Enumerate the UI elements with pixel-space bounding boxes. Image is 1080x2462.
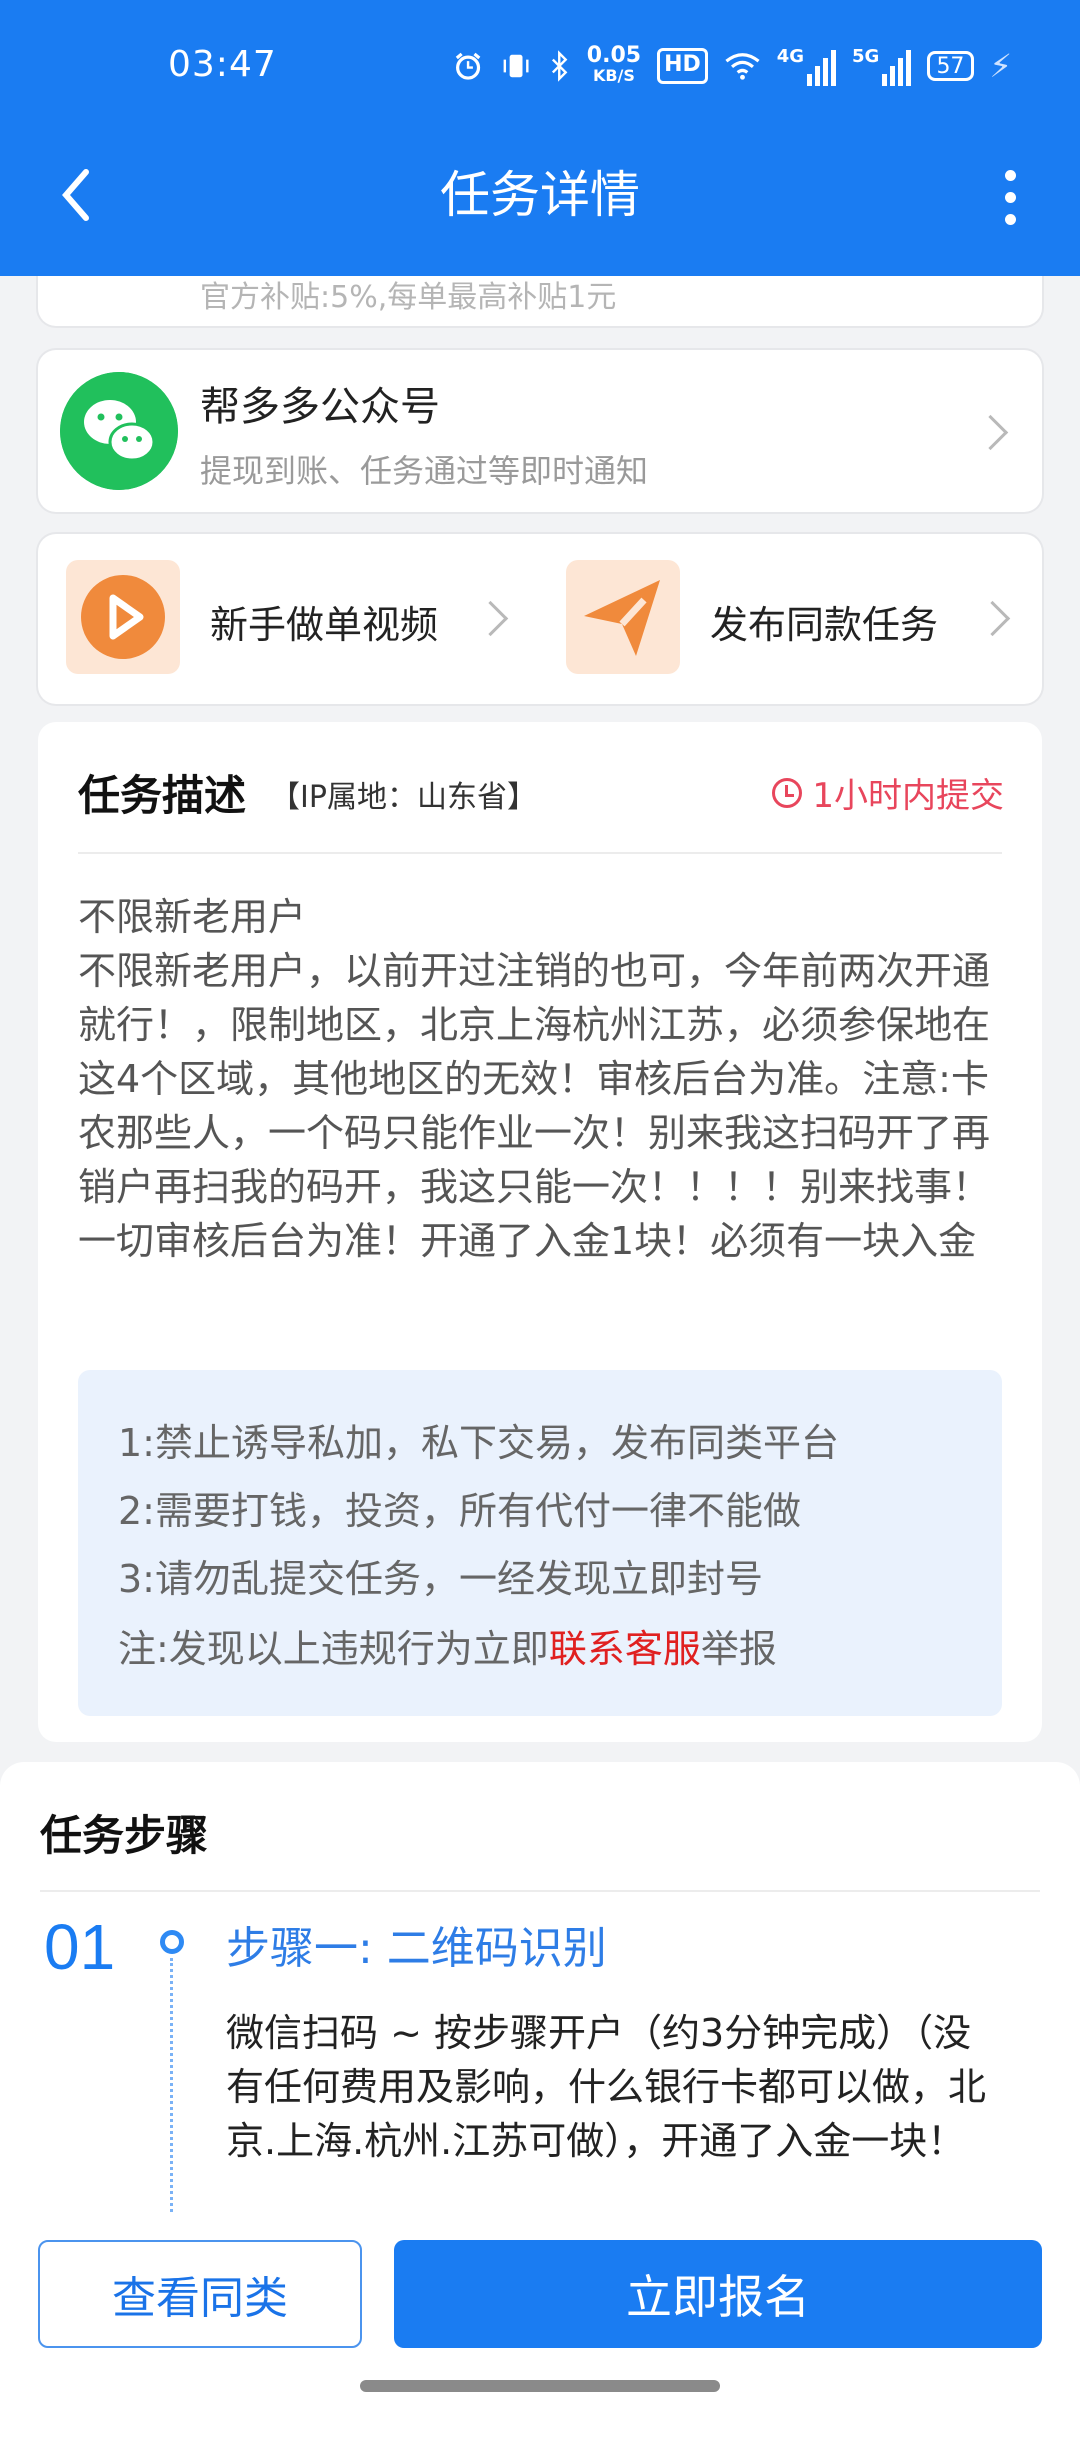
newbie-video-link[interactable]: 新手做单视频 <box>38 534 538 704</box>
publish-similar-label: 发布同款任务 <box>710 603 939 647</box>
net-speed-unit: KB/S <box>592 66 635 85</box>
wechat-icon <box>60 372 178 490</box>
deadline-badge: 1小时内提交 <box>772 768 1004 817</box>
alarm-icon <box>455 52 481 80</box>
publish-similar-link[interactable]: 发布同款任务 <box>538 534 1042 704</box>
report-note-suffix: 举报 <box>700 1627 777 1671</box>
charging-icon: ⚡ <box>989 47 1012 85</box>
step-body: 微信扫码 ~ 按步骤开户（约3分钟完成）（没有任何费用及影响，什么银行卡都可以做… <box>226 2011 987 2163</box>
wechat-account-card[interactable]: 帮多多公众号 提现到账、任务通过等即时通知 <box>38 350 1042 512</box>
more-menu-icon[interactable] <box>990 162 1030 232</box>
home-indicator[interactable] <box>360 2380 720 2392</box>
status-time: 03:47 <box>168 44 277 85</box>
chevron-right-icon <box>972 414 1009 451</box>
video-play-icon <box>66 560 180 674</box>
rule-item: 2:需要打钱，投资，所有代付一律不能做 <box>118 1489 801 1533</box>
signal-4g-icon: 4G <box>776 46 837 86</box>
view-similar-button[interactable]: 查看同类 <box>38 2240 362 2348</box>
wifi-icon <box>725 53 760 80</box>
bottom-action-bar: 查看同类 立即报名 <box>0 2212 1080 2412</box>
rules-notice: 1:禁止诱导私加，私下交易，发布同类平台 2:需要打钱，投资，所有代付一律不能做… <box>78 1370 1002 1716</box>
hd-icon: HD <box>657 48 708 84</box>
page-title: 任务详情 <box>440 166 640 224</box>
apply-now-button[interactable]: 立即报名 <box>394 2240 1042 2348</box>
rule-item: 1:禁止诱导私加，私下交易，发布同类平台 <box>118 1421 839 1465</box>
quick-actions-card: 新手做单视频 发布同款任务 <box>38 534 1042 704</box>
divider <box>40 1890 1040 1892</box>
status-bar: 03:47 0.05 KB/S HD 4G 5G 57 ⚡ <box>0 0 1080 140</box>
report-note: 注:发现以上违规行为立即联系客服举报 <box>118 1618 777 1673</box>
contact-support-link[interactable]: 联系客服 <box>549 1627 701 1671</box>
step-heading: 步骤一: 二维码识别 <box>226 1923 607 1974</box>
signal-5g-label: 5G <box>852 46 880 67</box>
chevron-right-icon <box>472 600 509 637</box>
divider <box>78 852 1002 854</box>
step-number: 01 <box>44 1911 116 1983</box>
send-paper-plane-icon <box>566 560 680 674</box>
chevron-right-icon <box>974 600 1011 637</box>
net-speed: 0.05 KB/S <box>586 43 642 86</box>
report-note-prefix: 注:发现以上违规行为立即 <box>118 1627 549 1671</box>
description-title: 任务描述 <box>78 771 247 820</box>
wechat-account-subtitle: 提现到账、任务通过等即时通知 <box>200 452 649 490</box>
clock-icon <box>772 777 803 808</box>
signal-4g-label: 4G <box>776 46 805 67</box>
bluetooth-icon <box>552 50 568 82</box>
steps-title: 任务步骤 <box>40 1811 209 1860</box>
signal-5g-icon: 5G <box>852 46 912 86</box>
description-body: 不限新老用户 不限新老用户，以前开过注销的也可，今年前两次开通就行！，限制地区，… <box>78 895 991 1263</box>
newbie-video-label: 新手做单视频 <box>210 603 439 647</box>
battery-icon: 57 <box>927 51 974 81</box>
ip-location: 【IP属地：山东省】 <box>270 780 537 815</box>
net-speed-value: 0.05 <box>586 43 642 68</box>
task-description-card: 任务描述 【IP属地：山东省】 1小时内提交 不限新老用户 不限新老用户，以前开… <box>38 722 1042 1742</box>
timeline-dot <box>160 1930 184 1954</box>
deadline-text: 1小时内提交 <box>812 776 1004 816</box>
subsidy-text: 官方补贴:5%,每单最高补贴1元 <box>200 280 617 315</box>
wechat-account-title: 帮多多公众号 <box>200 384 440 430</box>
app-header: 03:47 0.05 KB/S HD 4G 5G 57 ⚡ 任务详情 <box>0 0 1080 276</box>
vibrate-icon <box>503 54 529 78</box>
rule-item: 3:请勿乱提交任务，一经发现立即封号 <box>118 1557 763 1601</box>
status-icons: 0.05 KB/S HD 4G 5G 57 ⚡ <box>452 44 1012 88</box>
